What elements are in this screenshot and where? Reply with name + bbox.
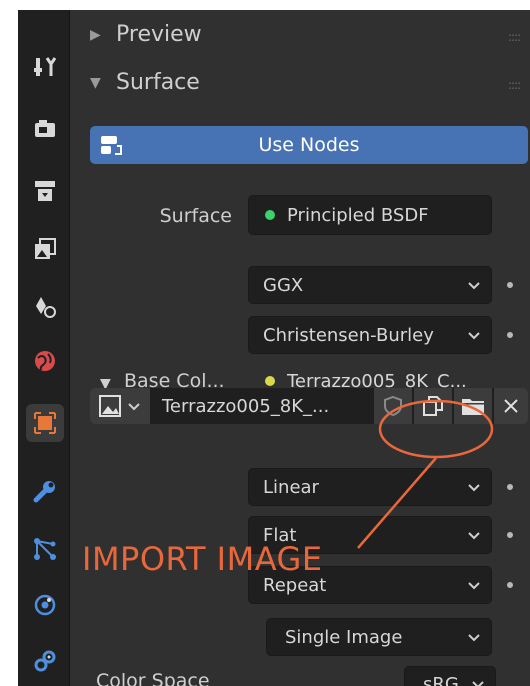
annotation-highlight-circle [378, 399, 494, 459]
screenshot-frame: ▶ Preview :::: ▼ Surface :::: Use Nodes … [0, 0, 530, 686]
annotation-pointer-line [357, 457, 437, 549]
import-image-annotation: IMPORT IMAGE [82, 540, 323, 578]
annotation-overlay [357, 399, 494, 549]
